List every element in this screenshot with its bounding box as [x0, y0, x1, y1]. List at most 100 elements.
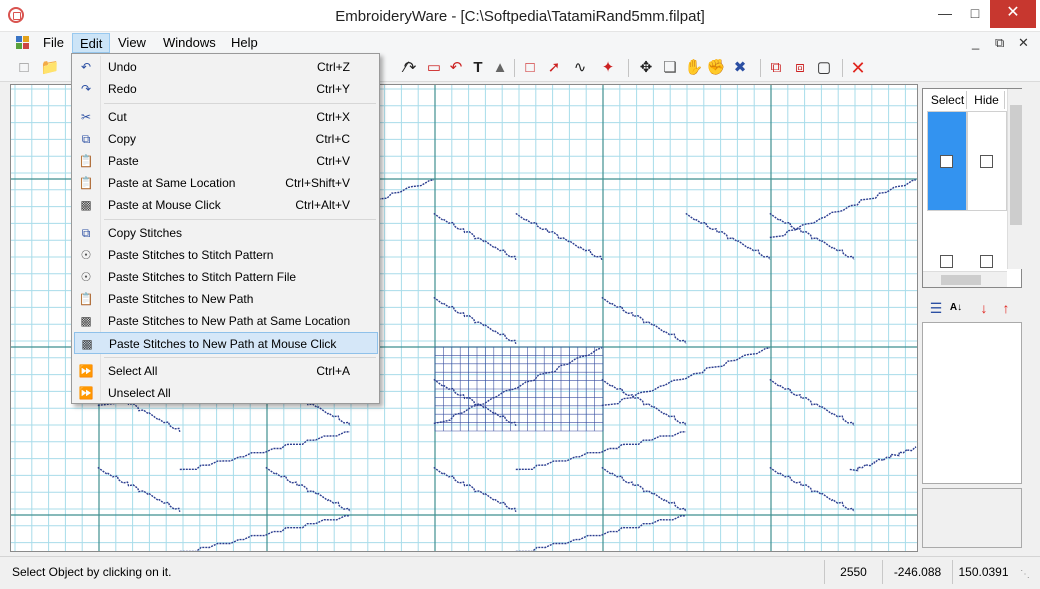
stitch-run[interactable]: [769, 466, 855, 513]
maximize-button[interactable]: □: [960, 0, 990, 28]
mdi-restore-button[interactable]: ⧉: [995, 35, 1004, 51]
undo-icon: ↶: [80, 60, 92, 74]
menu-item-copy-stitches[interactable]: ⧉ Copy Stitches: [74, 222, 378, 244]
menu-item-paste-stitch-pattern-file[interactable]: ☉ Paste Stitches to Stitch Pattern File: [74, 266, 378, 288]
select-checkbox[interactable]: [940, 255, 953, 268]
stitch-run[interactable]: [265, 466, 351, 513]
minimize-button[interactable]: —: [930, 0, 960, 28]
stitch-run[interactable]: [179, 515, 350, 551]
arc-tool-icon[interactable]: ↶: [446, 58, 466, 78]
stitch-run[interactable]: [433, 212, 517, 260]
pan-hand-icon[interactable]: ✋: [684, 58, 704, 78]
stitch-pattern-file-icon: ☉: [80, 270, 92, 284]
menu-item-paste-new-path-mouse-click[interactable]: ▩ Paste Stitches to New Path at Mouse Cl…: [74, 332, 378, 354]
move-icon[interactable]: ✥: [636, 58, 656, 78]
stitch-run[interactable]: [601, 466, 687, 513]
object-grid: Select Hide: [922, 88, 1023, 288]
categorized-icon[interactable]: ☰: [926, 298, 946, 318]
duplicate-icon[interactable]: ⧉: [766, 58, 786, 78]
menu-view[interactable]: View: [111, 33, 153, 53]
menu-item-unselect-all[interactable]: ⏩ Unselect All: [74, 382, 378, 404]
window-title: EmbroideryWare - [C:\Softpedia\TatamiRan…: [335, 8, 705, 25]
cut-icon: ✂: [80, 110, 92, 124]
stitch-run[interactable]: [601, 347, 770, 407]
stitch-run[interactable]: [515, 515, 686, 551]
path-tool-icon[interactable]: ∿: [570, 58, 590, 78]
menu-item-paste-same-location[interactable]: 📋 Paste at Same Location Ctrl+Shift+V: [74, 172, 378, 194]
resize-grip-icon[interactable]: ⋱: [1020, 569, 1030, 580]
stitch-pattern-icon: ☉: [80, 248, 92, 262]
new-path-same-location-icon: ▩: [80, 314, 92, 328]
menu-edit[interactable]: Edit: [72, 33, 111, 53]
stitch-run[interactable]: [515, 212, 603, 261]
grab-icon[interactable]: ✊: [706, 58, 726, 78]
bezier-tool-icon[interactable]: ➚: [544, 58, 564, 78]
fill-tool-icon[interactable]: ▲: [490, 58, 510, 78]
stitch-run[interactable]: [433, 296, 517, 344]
stitch-run[interactable]: [97, 466, 181, 512]
title-bar: EmbroideryWare - [C:\Softpedia\TatamiRan…: [0, 0, 1040, 32]
stitch-run[interactable]: [433, 378, 517, 426]
select-box-icon[interactable]: □: [520, 58, 540, 78]
menu-item-cut[interactable]: ✂ Cut Ctrl+X: [74, 106, 378, 128]
menu-item-paste-new-path[interactable]: 📋 Paste Stitches to New Path: [74, 288, 378, 310]
delete-icon[interactable]: ✕: [848, 58, 868, 78]
copy-icon: ⧉: [81, 132, 91, 146]
property-toolbar: ☰ A↓ ↓ ↑: [922, 296, 1022, 320]
hide-checkbox[interactable]: [980, 255, 993, 268]
menu-item-undo[interactable]: ↶ Undo Ctrl+Z: [74, 56, 378, 78]
menu-file[interactable]: File: [36, 33, 71, 53]
property-grid[interactable]: [922, 322, 1022, 484]
stitch-run[interactable]: [769, 179, 916, 239]
horizontal-scrollbar[interactable]: [923, 271, 1007, 287]
edit-menu: ↶ Undo Ctrl+Z ↷ Redo Ctrl+Y ✂ Cut Ctrl+X…: [71, 53, 380, 404]
stitch-run[interactable]: [769, 378, 855, 427]
menu-windows[interactable]: Windows: [156, 33, 223, 53]
status-bar: Select Object by clicking on it. 2550 -2…: [0, 556, 1040, 589]
stitch-run[interactable]: [515, 431, 686, 471]
document-icon[interactable]: [16, 36, 30, 50]
hide-checkbox[interactable]: [980, 155, 993, 168]
menu-item-paste-mouse-click[interactable]: ▩ Paste at Mouse Click Ctrl+Alt+V: [74, 194, 378, 216]
stitch-run[interactable]: [601, 296, 687, 345]
mdi-close-button[interactable]: ✕: [1018, 35, 1029, 51]
new-path-icon: 📋: [78, 292, 94, 306]
menu-item-paste[interactable]: 📋 Paste Ctrl+V: [74, 150, 378, 172]
stitch-count: 2550: [824, 560, 882, 584]
move-up-icon[interactable]: ↑: [996, 298, 1016, 318]
menu-help[interactable]: Help: [224, 33, 265, 53]
stitch-run[interactable]: [179, 431, 350, 471]
stitch-run[interactable]: [769, 212, 855, 261]
stitch-run[interactable]: [433, 466, 517, 512]
sort-alphabetical-icon[interactable]: A↓: [946, 298, 966, 318]
paste-icon: 📋: [78, 154, 94, 168]
mdi-minimize-button[interactable]: _: [972, 35, 979, 50]
zoom-tool-icon[interactable]: ❏: [660, 58, 680, 78]
open-folder-icon[interactable]: 📁: [40, 58, 60, 78]
menu-item-copy[interactable]: ⧉ Copy Ctrl+C: [74, 128, 378, 150]
combine-icon[interactable]: ⧈: [790, 58, 810, 78]
text-tool-icon[interactable]: T: [468, 58, 488, 78]
stitch-run[interactable]: [601, 378, 687, 427]
select-checkbox[interactable]: [940, 155, 953, 168]
move-down-icon[interactable]: ↓: [974, 298, 994, 318]
stitch-run[interactable]: [685, 212, 771, 261]
frame-icon[interactable]: ▢: [814, 58, 834, 78]
status-message: Select Object by clicking on it.: [12, 565, 172, 579]
menu-item-paste-new-path-same-location[interactable]: ▩ Paste Stitches to New Path at Same Loc…: [74, 310, 378, 332]
rectangle-tool-icon[interactable]: ▭: [424, 58, 444, 78]
close-button[interactable]: ✕: [990, 0, 1036, 28]
menu-item-redo[interactable]: ↷ Redo Ctrl+Y: [74, 78, 378, 100]
curve-tool-icon[interactable]: ↷: [400, 58, 420, 78]
hide-column-header[interactable]: Hide: [969, 91, 1005, 109]
vertical-scrollbar[interactable]: [1007, 89, 1023, 269]
menu-item-paste-stitch-pattern[interactable]: ☉ Paste Stitches to Stitch Pattern: [74, 244, 378, 266]
property-description: [922, 488, 1022, 548]
new-file-icon[interactable]: □: [14, 58, 34, 78]
edit-node-icon[interactable]: ✖: [730, 58, 750, 78]
stitch-run[interactable]: [433, 347, 603, 425]
menu-item-select-all[interactable]: ⏩ Select All Ctrl+A: [74, 360, 378, 382]
stitch-tool-icon[interactable]: ✦: [598, 58, 618, 78]
select-all-icon: ⏩: [78, 364, 94, 378]
select-column-header[interactable]: Select: [929, 91, 967, 109]
